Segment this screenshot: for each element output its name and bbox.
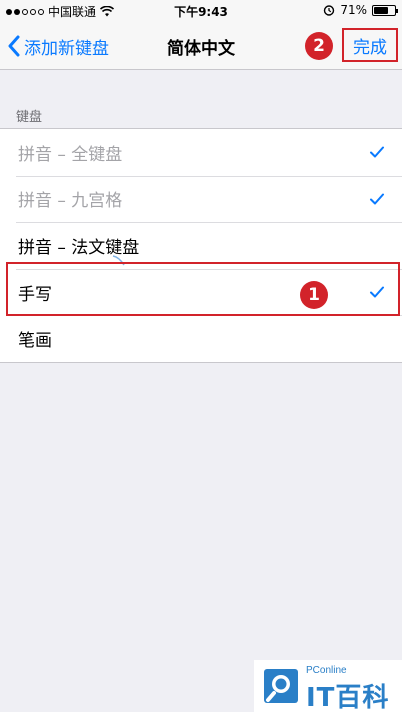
annotation-badge-1: 1 [300,281,328,309]
navigation-bar: 添加新键盘 简体中文 2 完成 [0,22,402,70]
alarm-icon [324,5,335,16]
battery-percent: 71% [340,3,367,17]
status-right: 71% [323,3,398,17]
checkmark-icon [370,193,384,205]
tap-cursor-icon [112,255,125,266]
battery-icon [372,4,398,16]
keyboard-item-label: 笔画 [18,331,52,352]
keyboard-item-label: 手写 [18,284,52,305]
keyboard-item-handwriting[interactable]: 手写 [0,268,402,316]
battery-fill [374,6,389,14]
watermark: PConline IT百科 [254,660,402,712]
keyboard-item-pinyin-full[interactable]: 拼音 – 全键盘 [0,129,402,176]
section-header-keyboards: 键盘 [16,110,43,125]
keyboard-item-pinyin-french[interactable]: 拼音 – 法文键盘 [0,222,402,269]
done-button[interactable]: 完成 [342,28,398,62]
watermark-small-text: PConline [306,665,347,676]
annotation-badge-2: 2 [305,32,333,60]
keyboard-item-label: 拼音 – 九宫格 [18,191,123,212]
checkmark-icon [370,146,384,158]
magnifier-logo-icon [264,669,298,703]
keyboard-list: 拼音 – 全键盘 拼音 – 九宫格 拼音 – 法文键盘 手写 笔画 [0,128,402,363]
keyboard-item-label: 拼音 – 全键盘 [18,144,123,165]
keyboard-item-pinyin-9key[interactable]: 拼音 – 九宫格 [0,175,402,223]
keyboard-item-stroke[interactable]: 笔画 [0,315,402,362]
checkmark-icon [370,286,384,298]
watermark-text: PConline IT百科 [306,663,402,712]
watermark-big-text: IT百科 [306,683,390,712]
status-bar: 中国联通 下午9:43 71% [0,0,402,22]
